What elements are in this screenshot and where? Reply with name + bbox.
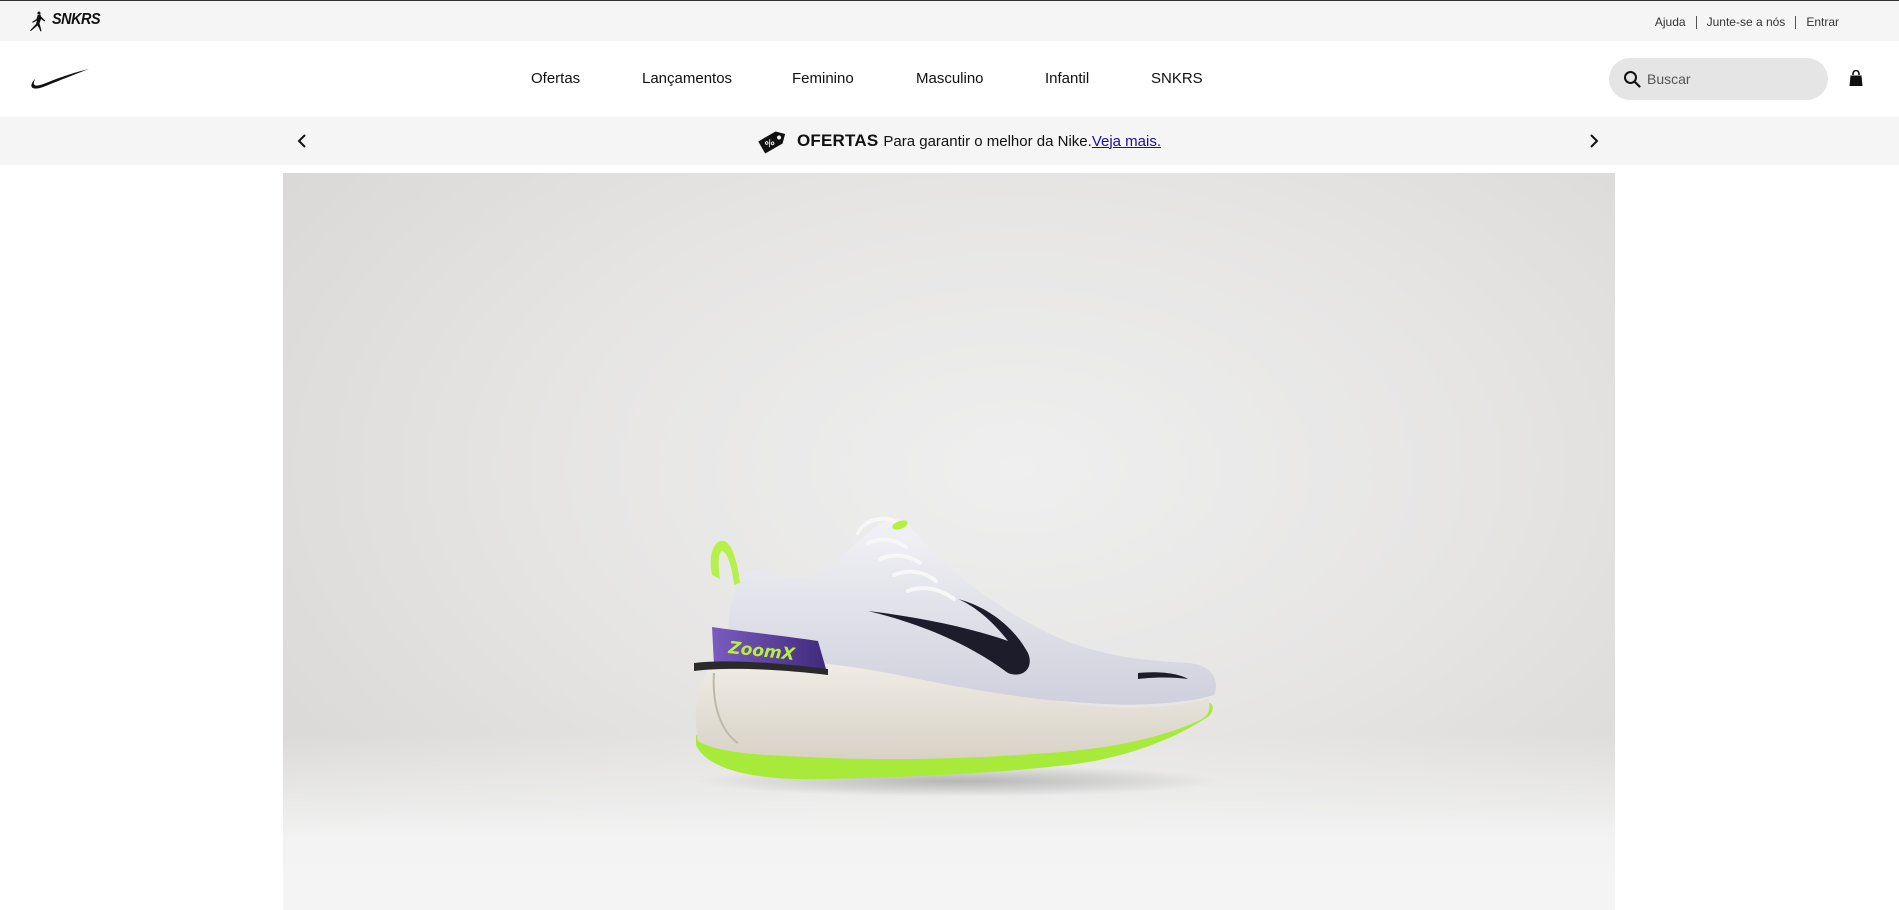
main-header: Ofertas Lançamentos Feminino Masculino I… — [0, 41, 1899, 117]
utility-links: Ajuda Junte-se a nós Entrar — [1645, 15, 1849, 29]
search-input[interactable] — [1647, 58, 1817, 100]
chevron-left-icon[interactable] — [292, 130, 312, 152]
promo-text: Para garantir o melhor da Nike. — [883, 132, 1092, 150]
price-tag-icon: % — [758, 131, 786, 154]
search-icon[interactable] — [1623, 70, 1641, 88]
nav-lancamentos[interactable]: Lançamentos — [642, 70, 732, 87]
nike-swoosh-icon[interactable] — [29, 67, 89, 91]
running-shoe-image: ZoomX — [694, 516, 1218, 797]
chevron-right-icon[interactable] — [1584, 130, 1604, 152]
promo-see-more-link[interactable]: Veja mais. — [1092, 133, 1161, 150]
promo-content: % OFERTAS Para garantir o melhor da Nike… — [756, 125, 1161, 157]
snkrs-logo[interactable]: SNKRS — [52, 11, 101, 29]
shopping-bag-icon[interactable] — [1848, 70, 1864, 87]
nav-feminino[interactable]: Feminino — [792, 70, 854, 87]
utility-bar: SNKRS Ajuda Junte-se a nós Entrar — [0, 0, 1899, 41]
sign-in-link[interactable]: Entrar — [1796, 15, 1849, 29]
promo-title: OFERTAS — [797, 131, 879, 150]
join-link[interactable]: Junte-se a nós — [1697, 15, 1796, 29]
nav-ofertas[interactable]: Ofertas — [531, 70, 580, 87]
hero-image[interactable]: ZoomX — [283, 173, 1615, 910]
nav-masculino[interactable]: Masculino — [916, 70, 984, 87]
nav-infantil[interactable]: Infantil — [1045, 70, 1089, 87]
search-box[interactable] — [1609, 58, 1828, 100]
promo-banner: % OFERTAS Para garantir o melhor da Nike… — [0, 117, 1899, 165]
nav-snkrs[interactable]: SNKRS — [1151, 70, 1203, 87]
jumpman-icon[interactable] — [28, 10, 48, 32]
help-link[interactable]: Ajuda — [1645, 15, 1696, 29]
